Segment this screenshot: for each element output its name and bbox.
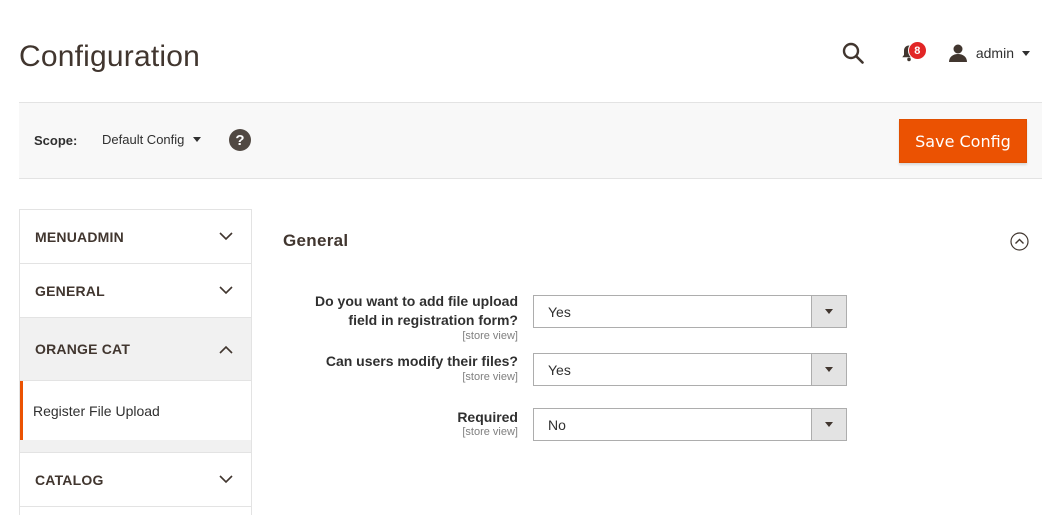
field-label-modify-files: Can users modify their files? bbox=[325, 353, 518, 369]
sidebar-tab-general[interactable]: GENERAL bbox=[20, 264, 251, 318]
field-label-line: Do you want to add file upload bbox=[315, 293, 518, 309]
select-arrow bbox=[811, 296, 846, 327]
user-name: admin bbox=[975, 45, 1014, 61]
modify-files-select[interactable]: Yes bbox=[533, 353, 847, 386]
sidebar-tab-label: CATALOG bbox=[35, 471, 104, 488]
sidebar-divider bbox=[20, 440, 251, 453]
sidebar-tab-menuadmin[interactable]: MENUADMIN bbox=[20, 210, 251, 264]
chevron-down-icon bbox=[219, 230, 233, 244]
chevron-down-icon bbox=[825, 422, 833, 427]
field-label-add-file-upload: Do you want to add file upload field in … bbox=[315, 292, 518, 330]
notifications-button[interactable]: 8 bbox=[894, 38, 927, 68]
scope-note: [store view] bbox=[462, 330, 518, 342]
field-label-line: field in registration form? bbox=[348, 312, 518, 328]
collapse-circle-icon[interactable] bbox=[1010, 232, 1029, 251]
required-select[interactable]: No bbox=[533, 408, 847, 441]
select-arrow bbox=[811, 409, 846, 440]
scope-note: [store view] bbox=[462, 371, 518, 383]
user-menu[interactable]: admin bbox=[948, 44, 1030, 62]
chevron-up-icon bbox=[219, 342, 233, 356]
help-icon[interactable]: ? bbox=[229, 129, 251, 151]
page-title: Configuration bbox=[19, 40, 201, 73]
sidebar-tab-label: GENERAL bbox=[35, 282, 105, 299]
sidebar-tab-label: MENUADMIN bbox=[35, 228, 124, 245]
sidebar-tab-label: ORANGE CAT bbox=[35, 341, 131, 357]
chevron-down-icon bbox=[825, 367, 833, 372]
select-value: Yes bbox=[548, 303, 571, 320]
add-file-upload-select[interactable]: Yes bbox=[533, 295, 847, 328]
section-title[interactable]: General bbox=[283, 231, 348, 251]
save-config-button[interactable]: Save Config bbox=[899, 119, 1027, 163]
search-icon bbox=[842, 42, 864, 64]
select-value: Yes bbox=[548, 361, 571, 378]
scope-note: [store view] bbox=[462, 426, 518, 438]
field-label-required: Required bbox=[457, 409, 518, 425]
scope-label: Scope: bbox=[34, 133, 78, 148]
chevron-down-icon bbox=[1022, 50, 1030, 56]
config-sidebar: MENUADMIN GENERAL ORANGE CAT Register Fi… bbox=[19, 209, 252, 515]
chevron-down-icon bbox=[219, 473, 233, 487]
chevron-down-icon bbox=[825, 309, 833, 314]
chevron-down-icon bbox=[193, 137, 202, 142]
search-button[interactable] bbox=[838, 38, 868, 68]
scope-bar: Scope: Default Config ? Save Config bbox=[19, 102, 1042, 179]
sidebar-tab-orange-cat[interactable]: ORANGE CAT bbox=[20, 318, 251, 381]
scope-switcher[interactable]: Default Config bbox=[102, 132, 202, 147]
chevron-down-icon bbox=[219, 284, 233, 298]
scope-value: Default Config bbox=[102, 132, 185, 147]
header-actions: 8 admin bbox=[838, 38, 1030, 68]
sidebar-item-register-file-upload[interactable]: Register File Upload bbox=[20, 381, 251, 440]
sidebar-tab-catalog[interactable]: CATALOG bbox=[20, 453, 251, 507]
user-icon bbox=[948, 44, 967, 62]
notification-count-badge: 8 bbox=[907, 41, 927, 60]
sidebar-item-label: Register File Upload bbox=[33, 402, 160, 419]
select-arrow bbox=[811, 354, 846, 385]
select-value: No bbox=[548, 416, 566, 433]
